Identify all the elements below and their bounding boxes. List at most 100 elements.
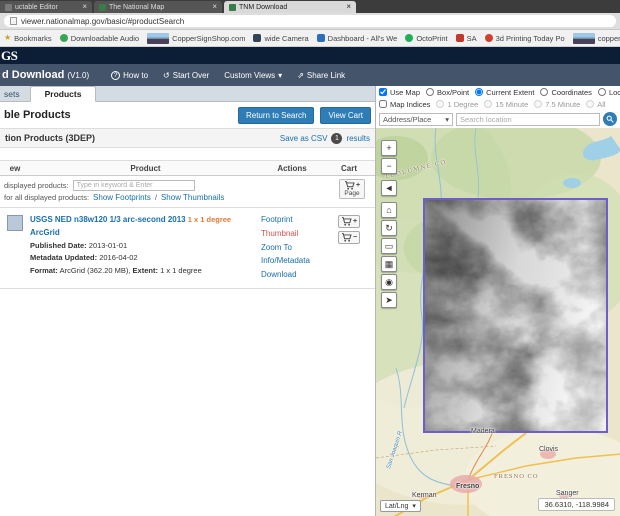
custom-views-dropdown[interactable]: Custom Views ▾ (224, 71, 282, 80)
pointer-tool-button[interactable]: ➤ (381, 292, 397, 308)
extent-value: 1 x 1 degree (160, 265, 202, 275)
browser-tab-1[interactable]: uctable Editor × (0, 1, 92, 13)
tab-close-icon[interactable]: × (77, 3, 87, 11)
seven-five-minute-radio[interactable] (534, 100, 543, 108)
bookmark-coppersignshop-admin[interactable]: coppersignshop admi (572, 32, 620, 44)
mountain-favicon (147, 32, 170, 44)
published-date-label: Published Date: (30, 240, 87, 250)
product-thumbnail[interactable] (7, 215, 23, 231)
filter-row: displayed products: for all displayed pr… (0, 176, 375, 208)
latlng-format-dropdown[interactable]: Lat/Lng ▾ (380, 500, 421, 512)
tab-favicon (229, 3, 236, 11)
bookmark-wide-camera[interactable]: wide Camera (253, 34, 309, 43)
url-bar: viewer.nationalmap.gov/basic/#productSea… (0, 13, 620, 30)
map-indices-checkbox[interactable] (379, 100, 387, 108)
share-link-label: Share Link (306, 70, 346, 80)
published-date-value: 2013-01-01 (88, 240, 128, 250)
thumbnail-link[interactable]: Thumbnail (261, 229, 298, 238)
share-link-button[interactable]: ⇗ Share Link (297, 71, 345, 80)
bookmark-dashboard[interactable]: Dashboard - All's We (316, 34, 397, 43)
start-over-button[interactable]: ↺ Start Over (163, 71, 209, 80)
col-cart: Cart (340, 163, 357, 173)
extent-label: Extent: (132, 265, 158, 275)
zoom-in-button[interactable]: + (381, 140, 397, 156)
product-result-row: USGS NED n38w120 1/3 arc-second 2013 1 x… (0, 208, 375, 289)
zoom-to-metadata-link[interactable]: Zoom To Info/Metadata (261, 243, 310, 266)
product-title-link[interactable]: USGS NED n38w120 1/3 arc-second 2013 (30, 215, 186, 224)
show-thumbnails-link[interactable]: Show Thumbnails (161, 193, 224, 202)
bookmark-sa[interactable]: SA (455, 34, 477, 43)
all-indices-radio[interactable] (586, 100, 595, 108)
browser-tab-2[interactable]: The National Map × (94, 1, 222, 13)
col-product: Product (130, 163, 161, 173)
show-footprints-link[interactable]: Show Footprints (93, 193, 151, 202)
footprint-link[interactable]: Footprint (261, 215, 293, 224)
bookmark-downloadable-audio[interactable]: Downloadable Audio (59, 34, 139, 43)
page-icon (10, 17, 17, 25)
bookmark-bookmarks[interactable]: ★ Bookmarks (4, 34, 52, 43)
current-extent-radio[interactable] (475, 88, 484, 96)
address-place-dropdown[interactable]: Address/Place ▾ (379, 112, 453, 126)
results-link[interactable]: results (346, 134, 370, 143)
view-cart-button[interactable]: View Cart (320, 106, 371, 124)
favicon (316, 34, 325, 42)
how-to-button[interactable]: ? How to (111, 70, 148, 80)
city-label-kerman: Kerman (412, 492, 437, 499)
search-location-input[interactable] (456, 112, 600, 126)
refresh-button[interactable]: ↻ (381, 220, 397, 236)
home-extent-button[interactable]: ⌂ (381, 202, 397, 218)
col-view: ew (9, 163, 21, 173)
use-map-checkbox[interactable] (379, 88, 387, 96)
products-panel: sets Products ble Products Return to Sea… (0, 86, 375, 516)
section-header[interactable]: tion Products (3DEP) Save as CSV 1 resul… (0, 128, 375, 148)
one-degree-radio[interactable] (436, 100, 445, 108)
question-icon: ? (111, 70, 121, 80)
panel-tabs: sets Products (0, 86, 375, 102)
chevron-down-icon: ▾ (445, 114, 449, 124)
map-canvas[interactable]: + − ◄ ⌂ ↻ ▭ ▦ ◉ ➤ TUOLUMNE CO San Joaqui… (376, 128, 620, 516)
product-title-suffix[interactable]: ArcGrid (30, 228, 60, 237)
all-products-label: for all displayed products: (4, 193, 90, 202)
tab-datasets[interactable]: sets (0, 87, 30, 101)
cart-page-button[interactable]: + Page (339, 179, 365, 199)
tab-close-icon[interactable]: × (207, 3, 217, 11)
save-csv-link[interactable]: Save as CSV (280, 134, 328, 143)
keyword-filter-input[interactable] (72, 180, 195, 191)
location-radio[interactable] (597, 88, 606, 96)
tab-close-icon[interactable]: × (341, 3, 351, 11)
previous-extent-button[interactable]: ◄ (381, 180, 397, 196)
mountain-favicon (572, 32, 595, 44)
search-button[interactable] (603, 112, 617, 126)
bookmark-label: coppersignshop admi (597, 33, 620, 43)
box-extent-button[interactable]: ▭ (381, 238, 397, 254)
grid-indices-button[interactable]: ▦ (381, 256, 397, 272)
usgs-logo: GS (1, 47, 18, 63)
favicon (455, 34, 464, 42)
zoom-out-button[interactable]: − (381, 158, 397, 174)
coordinates-radio[interactable] (540, 88, 549, 96)
search-highlight: 1 x 1 degree (187, 215, 232, 224)
tab-favicon (5, 3, 12, 11)
browser-window: uctable Editor × The National Map × TNM … (0, 0, 620, 516)
favicon (405, 34, 414, 42)
chevron-down-icon: ▾ (278, 70, 283, 80)
bookmark-octoprint[interactable]: OctoPrint (405, 34, 448, 43)
tab-products[interactable]: Products (29, 86, 97, 102)
box-point-radio[interactable] (426, 88, 435, 96)
bookmark-coppersignshop[interactable]: CopperSignShop.com (147, 32, 246, 44)
remove-from-cart-button[interactable]: − (338, 231, 360, 244)
location-label: Loca (608, 87, 620, 97)
cart-plus-icon: + (344, 181, 360, 190)
add-to-cart-button[interactable]: + (338, 215, 360, 228)
fifteen-minute-label: 15 Minute (495, 99, 529, 109)
dem-thumbnail-overlay (423, 198, 608, 433)
address-bar[interactable]: viewer.nationalmap.gov/basic/#productSea… (4, 15, 616, 27)
point-select-button[interactable]: ◉ (381, 274, 397, 290)
return-to-search-button[interactable]: Return to Search (237, 106, 315, 124)
bookmark-label: CopperSignShop.com (172, 33, 246, 43)
browser-tab-3-active[interactable]: TNM Download × (224, 1, 356, 13)
bookmark-3d-printing[interactable]: 3d Printing Today Po (484, 34, 565, 43)
fifteen-minute-radio[interactable] (484, 100, 493, 108)
download-link[interactable]: Download (261, 270, 297, 279)
